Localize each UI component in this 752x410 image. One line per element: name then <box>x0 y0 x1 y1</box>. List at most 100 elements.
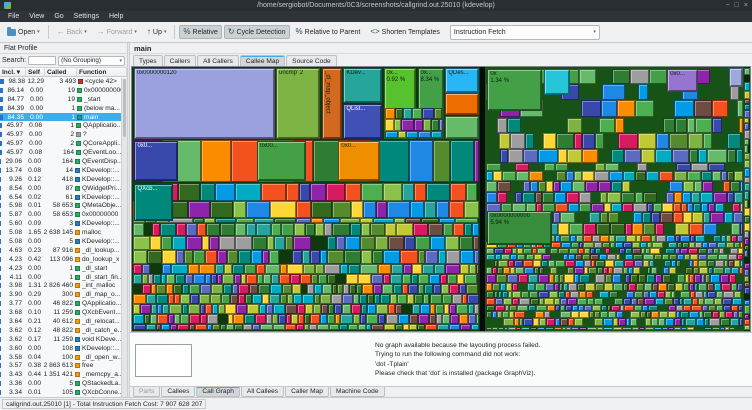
treemap-block[interactable]: 0x00... <box>257 141 306 181</box>
treemap-cell[interactable] <box>605 260 614 267</box>
treemap-cell[interactable] <box>685 318 696 327</box>
treemap-cell[interactable] <box>185 274 193 283</box>
treemap-cell[interactable] <box>209 236 218 249</box>
treemap-cell[interactable] <box>696 318 704 327</box>
treemap-cell[interactable] <box>545 283 554 291</box>
treemap-cell[interactable] <box>502 171 517 180</box>
treemap-cell[interactable] <box>409 314 418 324</box>
treemap-cell[interactable] <box>332 201 351 218</box>
treemap-cell[interactable] <box>446 250 461 265</box>
treemap-cell[interactable] <box>439 119 443 132</box>
treemap-cell[interactable] <box>556 133 575 149</box>
treemap-cell[interactable] <box>424 284 433 294</box>
treemap-cell[interactable] <box>691 192 700 203</box>
treemap-cell[interactable] <box>675 223 689 235</box>
treemap-cell[interactable] <box>402 183 414 201</box>
treemap-cell[interactable] <box>231 140 259 182</box>
function-row[interactable]: 84.350.001main <box>0 113 127 122</box>
treemap-cell[interactable] <box>348 264 360 274</box>
treemap-cell[interactable] <box>554 192 566 203</box>
treemap-cell[interactable] <box>649 260 654 267</box>
treemap-cell[interactable] <box>293 294 302 304</box>
treemap-block[interactable]: 0x1.34 % <box>487 69 541 111</box>
treemap-cell[interactable] <box>740 181 742 192</box>
treemap-cell[interactable] <box>314 284 322 294</box>
treemap-cell[interactable] <box>646 274 655 283</box>
treemap-cell[interactable] <box>200 284 211 294</box>
treemap-cell[interactable] <box>340 264 348 274</box>
function-row[interactable]: 84.390.001(below ma... <box>0 104 127 113</box>
function-row[interactable]: 98.3812.293 493<cycle 42> <box>0 77 127 86</box>
treemap-cell[interactable] <box>486 298 495 305</box>
treemap-cell[interactable] <box>584 260 591 267</box>
treemap-block[interactable] <box>133 223 478 274</box>
menu-go[interactable]: Go <box>49 11 68 22</box>
treemap-cell[interactable] <box>221 294 230 304</box>
treemap-cell[interactable] <box>287 294 294 304</box>
treemap-cell[interactable] <box>217 250 227 265</box>
function-row[interactable]: 45.970.061QApplicatio... <box>0 121 127 130</box>
treemap-cell[interactable] <box>612 274 621 283</box>
treemap-cell[interactable] <box>698 283 707 291</box>
treemap-cell[interactable] <box>310 314 320 324</box>
treemap-cell[interactable] <box>292 284 301 294</box>
treemap-cell[interactable] <box>313 304 321 315</box>
treemap-cell[interactable] <box>466 183 477 201</box>
treemap-cell[interactable] <box>550 267 557 274</box>
treemap-cell[interactable] <box>310 183 325 201</box>
treemap-block[interactable] <box>445 116 478 139</box>
treemap-cell[interactable] <box>656 235 667 242</box>
back-button[interactable]: ←Back▾ <box>53 25 91 39</box>
treemap-cell[interactable] <box>497 118 507 132</box>
treemap-cell[interactable] <box>418 250 426 265</box>
treemap-cell[interactable] <box>519 298 530 305</box>
treemap-cell[interactable] <box>644 298 654 305</box>
treemap-cell[interactable] <box>685 267 693 274</box>
treemap-cell[interactable] <box>689 223 703 235</box>
treemap-block[interactable] <box>486 235 742 330</box>
treemap-cell[interactable] <box>497 267 504 274</box>
treemap-cell[interactable] <box>327 250 344 265</box>
treemap-cell[interactable] <box>637 163 646 172</box>
treemap-cell[interactable] <box>583 223 595 235</box>
forward-button[interactable]: →Forward▾ <box>93 25 141 39</box>
treemap-cell[interactable] <box>396 223 413 237</box>
treemap-cell[interactable] <box>744 325 749 331</box>
treemap-cell[interactable] <box>635 100 653 117</box>
treemap-cell[interactable] <box>515 192 522 203</box>
treemap-cell[interactable] <box>651 318 659 327</box>
treemap-cell[interactable] <box>153 274 161 283</box>
treemap-cell[interactable] <box>469 264 476 274</box>
treemap-cell[interactable] <box>418 274 429 283</box>
treemap-cell[interactable] <box>669 181 682 192</box>
treemap-cell[interactable] <box>722 298 732 305</box>
treemap-cell[interactable] <box>617 100 635 117</box>
treemap-cell[interactable] <box>270 201 295 218</box>
treemap-cell[interactable] <box>744 216 749 223</box>
table-header[interactable]: Incl. ▾SelfCalledFunction <box>0 67 127 77</box>
treemap-cell[interactable] <box>271 274 279 283</box>
treemap-cell[interactable] <box>225 304 235 315</box>
treemap-cell[interactable] <box>351 304 361 315</box>
treemap-cell[interactable] <box>486 163 500 172</box>
treemap-cell[interactable] <box>420 304 430 315</box>
treemap-cell[interactable] <box>521 291 529 298</box>
treemap-cell[interactable] <box>691 163 708 172</box>
treemap-cell[interactable] <box>450 140 474 182</box>
treemap-cell[interactable] <box>695 235 705 242</box>
treemap-cell[interactable] <box>633 203 647 212</box>
treemap-cell[interactable] <box>744 153 750 160</box>
treemap-cell[interactable] <box>234 274 241 283</box>
treemap-cell[interactable] <box>243 324 252 331</box>
treemap-cell[interactable] <box>246 201 270 218</box>
treemap-cell[interactable] <box>372 250 383 265</box>
treemap-cell[interactable] <box>474 304 478 315</box>
treemap-cell[interactable] <box>553 212 560 223</box>
treemap-cell[interactable] <box>474 250 479 265</box>
treemap-cell[interactable] <box>260 324 273 331</box>
treemap-cell[interactable] <box>512 283 519 291</box>
sidebar-scrollbar[interactable] <box>121 78 127 397</box>
treemap-cell[interactable] <box>660 212 672 223</box>
treemap-cell[interactable] <box>704 327 713 330</box>
treemap-cell[interactable] <box>666 235 675 242</box>
